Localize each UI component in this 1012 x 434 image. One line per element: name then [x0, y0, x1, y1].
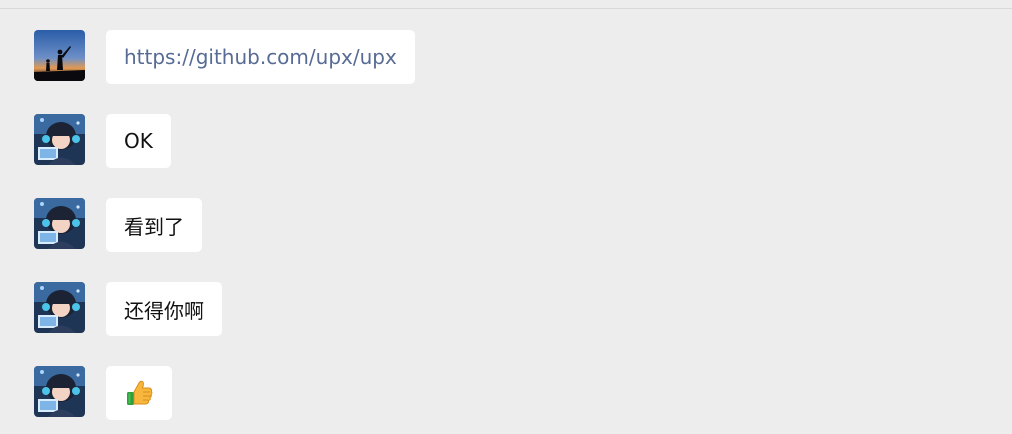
emoji-bubble[interactable] [106, 366, 172, 420]
link-bubble[interactable]: https://github.com/upx/upx [106, 30, 415, 84]
chat-message: 还得你啊 [34, 282, 974, 338]
thumbs-up-icon [124, 378, 154, 408]
text-bubble[interactable]: 看到了 [106, 198, 202, 252]
anime-girl-avatar-icon [34, 366, 85, 417]
message-text: 还得你啊 [124, 298, 204, 323]
avatar[interactable] [34, 198, 85, 249]
chat-message [34, 366, 974, 422]
anime-girl-avatar-icon [34, 114, 85, 165]
chat-message: OK [34, 114, 974, 170]
anime-girl-avatar-icon [34, 198, 85, 249]
avatar[interactable] [34, 30, 85, 81]
link-text[interactable]: https://github.com/upx/upx [124, 45, 397, 69]
avatar[interactable] [34, 114, 85, 165]
chat-message-list[interactable]: https://github.com/upx/upx OK 看到了 还得你啊 [0, 0, 1012, 434]
text-bubble[interactable]: OK [106, 114, 171, 168]
sunset-silhouette-avatar-icon [34, 30, 85, 81]
anime-girl-avatar-icon [34, 282, 85, 333]
avatar[interactable] [34, 366, 85, 417]
message-text: OK [124, 129, 153, 153]
avatar[interactable] [34, 282, 85, 333]
chat-message: 看到了 [34, 198, 974, 254]
chat-message: https://github.com/upx/upx [34, 30, 974, 86]
message-text: 看到了 [124, 214, 184, 239]
text-bubble[interactable]: 还得你啊 [106, 282, 222, 336]
